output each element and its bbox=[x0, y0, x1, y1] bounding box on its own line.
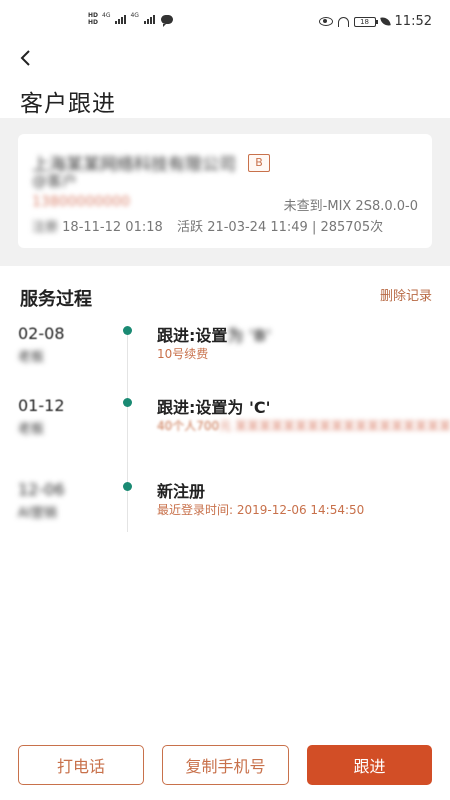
register-label: 注册 bbox=[32, 220, 59, 235]
active-label: 活跃 bbox=[177, 220, 204, 235]
customer-card[interactable]: 上海某某网络科技有限公司 B @客户 13800000000 未查到-MIX 2… bbox=[18, 134, 432, 248]
copy-phone-button[interactable]: 复制手机号 bbox=[162, 745, 289, 785]
eye-icon bbox=[318, 17, 333, 26]
wechat-id: @客户 bbox=[32, 172, 78, 190]
network-type-1: 4G bbox=[102, 12, 111, 19]
device-info: 未查到-MIX 2S8.0.0-0 bbox=[283, 199, 418, 214]
timeline-person: 老板 bbox=[18, 422, 45, 437]
timeline-person: 老板 bbox=[18, 350, 45, 365]
timeline-detail-hidden: 元 某某某某某某某某某某某某某某某某某某 bbox=[219, 419, 450, 433]
activity-meta: 注册 18-11-12 01:18 活跃 21-03-24 11:49 | 28… bbox=[32, 216, 383, 235]
timeline-date: 12-06 bbox=[18, 480, 65, 499]
timeline-title: 跟进:设置为 'C' bbox=[157, 398, 271, 417]
battery-icon: 18 bbox=[353, 16, 378, 27]
headset-icon bbox=[337, 16, 349, 27]
chat-notification-icon bbox=[160, 14, 173, 27]
phone-number: 13800000000 bbox=[32, 194, 130, 210]
timeline-date: 01-12 bbox=[18, 396, 65, 415]
back-arrow-icon bbox=[20, 50, 30, 66]
follow-up-button[interactable]: 跟进 bbox=[307, 745, 432, 785]
timeline-date-text: 02-08 bbox=[18, 324, 65, 343]
timeline-detail: 40个人700元 某某某某某某某某某某某某某某某某某某 bbox=[157, 418, 450, 434]
bottom-action-bar: 打电话 复制手机号 跟进 bbox=[0, 745, 450, 785]
timeline-dot bbox=[123, 326, 132, 335]
timeline-title: 新注册 bbox=[157, 482, 206, 501]
section-title: 服务过程 bbox=[20, 289, 92, 310]
timeline-dot bbox=[123, 482, 132, 491]
status-bar-right: 18 11:52 bbox=[318, 14, 432, 29]
signal-icon-2 bbox=[143, 14, 155, 24]
network-type-2: 4G bbox=[130, 12, 139, 19]
timeline-title-text: 跟进:设置 bbox=[157, 326, 228, 345]
delete-records-link[interactable]: 删除记录 bbox=[380, 285, 432, 304]
timeline-detail: 最近登录时间: 2019-12-06 14:54:50 bbox=[157, 503, 365, 517]
grade-badge: B bbox=[248, 153, 270, 172]
hd-indicator: HD HD bbox=[88, 12, 98, 26]
call-button[interactable]: 打电话 bbox=[18, 745, 144, 785]
visit-count: 285705次 bbox=[320, 220, 384, 235]
timeline-dot bbox=[123, 398, 132, 407]
timeline-title-hidden: 为 'B' bbox=[227, 326, 271, 345]
status-bar: HD HD 4G 4G 18 11:52 bbox=[0, 0, 450, 44]
active-date: 21-03-24 11:49 bbox=[207, 220, 308, 235]
timeline-detail-text: 40个人700 bbox=[157, 419, 220, 433]
leaf-icon bbox=[379, 16, 391, 27]
hd-bottom-text: HD bbox=[88, 19, 99, 26]
signal-icon bbox=[115, 14, 127, 24]
timeline-date: 02-08 bbox=[18, 324, 65, 343]
hd-top-text: HD bbox=[88, 12, 99, 19]
status-bar-left: HD HD 4G 4G bbox=[88, 12, 173, 27]
timeline-detail: 10号续费 bbox=[157, 347, 209, 361]
back-button[interactable] bbox=[14, 46, 38, 70]
timeline-date-text: 01-12 bbox=[18, 396, 65, 415]
timeline-line bbox=[127, 330, 128, 532]
timeline-title: 跟进:设置为 'B' bbox=[157, 322, 271, 346]
timeline-person: AI营销 bbox=[18, 506, 57, 521]
register-date: 18-11-12 01:18 bbox=[62, 220, 163, 235]
status-time: 11:52 bbox=[394, 14, 432, 29]
page-title: 客户跟进 bbox=[20, 91, 116, 117]
